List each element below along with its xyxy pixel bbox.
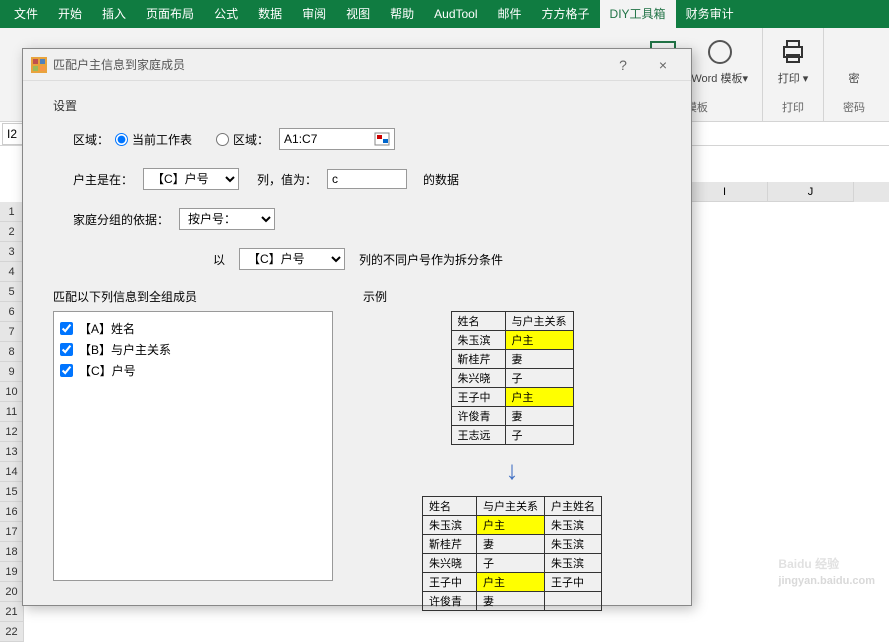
list-item[interactable]: 【C】户号 <box>60 360 326 381</box>
row-header[interactable]: 6 <box>0 302 24 322</box>
range-label: 区域： <box>73 131 109 148</box>
menu-文件[interactable]: 文件 <box>4 0 48 28</box>
row-header[interactable]: 9 <box>0 362 24 382</box>
password-button[interactable]: 密 <box>832 32 876 90</box>
row-header[interactable]: 10 <box>0 382 24 402</box>
menu-视图[interactable]: 视图 <box>336 0 380 28</box>
row-header[interactable]: 3 <box>0 242 24 262</box>
menu-公式[interactable]: 公式 <box>204 0 248 28</box>
row-header[interactable]: 19 <box>0 562 24 582</box>
menu-数据[interactable]: 数据 <box>248 0 292 28</box>
menu-bar: 文件开始插入页面布局公式数据审阅视图帮助AudTool邮件方方格子DIY工具箱财… <box>0 0 889 28</box>
split-suffix: 列的不同户号作为拆分条件 <box>359 251 503 268</box>
dialog-match-host-info: 匹配户主信息到家庭成员 ? × 设置 区域： 当前工作表 区域： A1:C7 户… <box>22 48 692 606</box>
host-label: 户主是在： <box>73 171 133 188</box>
match-columns-label: 匹配以下列信息到全组成员 <box>53 288 333 305</box>
dialog-icon <box>31 57 47 73</box>
ribbon-group-print: 打印 ▾ 打印 <box>763 28 824 121</box>
split-column-select[interactable]: 【C】户号 <box>239 248 345 270</box>
row-header[interactable]: 16 <box>0 502 24 522</box>
menu-开始[interactable]: 开始 <box>48 0 92 28</box>
help-button[interactable]: ? <box>603 57 643 73</box>
col-header[interactable]: I <box>682 182 768 202</box>
group-basis-label: 家庭分组的依据： <box>73 211 169 228</box>
printer-icon <box>777 36 809 68</box>
list-item[interactable]: 【A】姓名 <box>60 318 326 339</box>
menu-帮助[interactable]: 帮助 <box>380 0 424 28</box>
word-template-button[interactable]: Word 模板▾ <box>685 32 754 90</box>
row-header[interactable]: 11 <box>0 402 24 422</box>
row-header[interactable]: 1 <box>0 202 24 222</box>
row-header[interactable]: 20 <box>0 582 24 602</box>
col-suffix-label: 的数据 <box>423 171 459 188</box>
ribbon-group-password: 密 密码 <box>824 28 884 121</box>
row-header[interactable]: 17 <box>0 522 24 542</box>
row-header[interactable]: 14 <box>0 462 24 482</box>
ribbon-group-label: 密码 <box>843 99 865 117</box>
example-table-before: 姓名与户主关系朱玉滨户主靳桂芹妻朱兴晓子王子中户主许俊青妻王志远子 <box>451 311 574 445</box>
word-icon <box>704 36 736 68</box>
settings-label: 设置 <box>53 97 661 114</box>
print-button[interactable]: 打印 ▾ <box>771 32 815 90</box>
menu-财务审计[interactable]: 财务审计 <box>676 0 744 28</box>
range-input[interactable]: A1:C7 <box>279 128 395 150</box>
group-basis-select[interactable]: 按户号： <box>179 208 275 230</box>
menu-邮件[interactable]: 邮件 <box>488 0 532 28</box>
radio-current-label[interactable]: 当前工作表 <box>132 131 192 148</box>
col-header[interactable]: J <box>768 182 854 202</box>
row-header[interactable]: 13 <box>0 442 24 462</box>
radio-range-label[interactable]: 区域： <box>233 131 269 148</box>
split-prefix: 以 <box>213 251 225 268</box>
row-header[interactable]: 7 <box>0 322 24 342</box>
list-item[interactable]: 【B】与户主关系 <box>60 339 326 360</box>
example-label: 示例 <box>363 288 661 305</box>
row-header[interactable]: 12 <box>0 422 24 442</box>
dialog-title: 匹配户主信息到家庭成员 <box>53 56 603 73</box>
example-table-after: 姓名与户主关系户主姓名朱玉滨户主朱玉滨靳桂芹妻朱玉滨朱兴晓子朱玉滨王子中户主王子… <box>422 496 602 611</box>
match-columns-listbox[interactable]: 【A】姓名【B】与户主关系【C】户号 <box>53 311 333 581</box>
col-value-label: 列，值为： <box>257 171 317 188</box>
menu-审阅[interactable]: 审阅 <box>292 0 336 28</box>
checkbox[interactable] <box>60 343 73 356</box>
menu-DIY工具箱[interactable]: DIY工具箱 <box>600 0 676 28</box>
checkbox[interactable] <box>60 322 73 335</box>
col-value-input[interactable] <box>327 169 407 189</box>
row-header[interactable]: 21 <box>0 602 24 622</box>
row-header[interactable]: 18 <box>0 542 24 562</box>
menu-AudTool[interactable]: AudTool <box>424 0 487 28</box>
menu-插入[interactable]: 插入 <box>92 0 136 28</box>
lock-icon <box>838 36 870 68</box>
row-header[interactable]: 8 <box>0 342 24 362</box>
menu-页面布局[interactable]: 页面布局 <box>136 0 204 28</box>
arrow-down-icon: ↓ <box>363 455 661 486</box>
row-header[interactable]: 5 <box>0 282 24 302</box>
radio-range[interactable] <box>216 133 229 146</box>
radio-current-sheet[interactable] <box>115 133 128 146</box>
range-picker-icon[interactable] <box>374 132 390 146</box>
row-header[interactable]: 2 <box>0 222 24 242</box>
dialog-titlebar: 匹配户主信息到家庭成员 ? × <box>23 49 691 81</box>
row-header[interactable]: 4 <box>0 262 24 282</box>
checkbox[interactable] <box>60 364 73 377</box>
row-header[interactable]: 22 <box>0 622 24 642</box>
example-area: 姓名与户主关系朱玉滨户主靳桂芹妻朱兴晓子王子中户主许俊青妻王志远子 ↓ 姓名与户… <box>363 311 661 611</box>
menu-方方格子[interactable]: 方方格子 <box>532 0 600 28</box>
close-button[interactable]: × <box>643 57 683 73</box>
ribbon-group-label: 打印 <box>782 99 804 117</box>
host-column-select[interactable]: 【C】户号 <box>143 168 239 190</box>
row-header[interactable]: 15 <box>0 482 24 502</box>
